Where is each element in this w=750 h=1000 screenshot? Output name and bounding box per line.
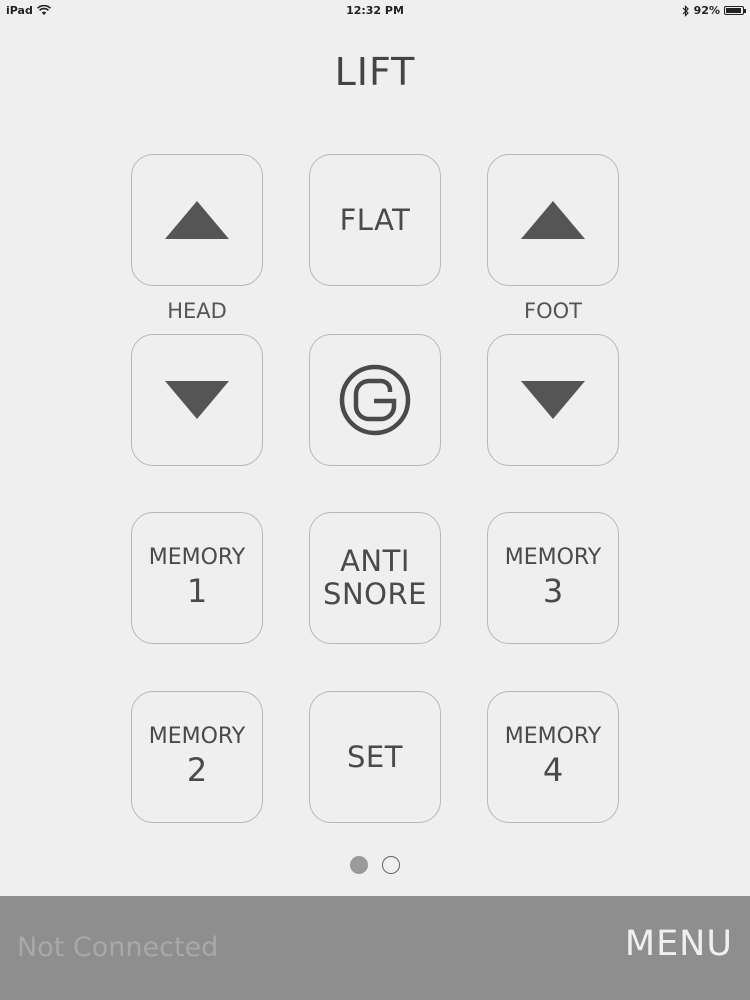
up-triangle-icon	[165, 201, 229, 239]
head-label: HEAD	[167, 299, 227, 323]
page-dot-1[interactable]	[350, 856, 368, 874]
memory-4-button[interactable]: MEMORY 4	[487, 691, 619, 823]
memory-3-button[interactable]: MEMORY 3	[487, 512, 619, 644]
connection-status: Not Connected	[17, 932, 219, 963]
memory-label: MEMORY	[504, 724, 602, 749]
page-indicator[interactable]	[0, 856, 750, 874]
menu-button[interactable]: MENU	[625, 924, 733, 964]
battery-percent: 92%	[693, 4, 720, 17]
anti-snore-button[interactable]: ANTI SNORE	[309, 512, 441, 644]
set-button[interactable]: SET	[309, 691, 441, 823]
status-right: 92%	[682, 4, 746, 17]
battery-icon	[724, 6, 746, 15]
memory-label: MEMORY	[504, 545, 602, 570]
head-down-button[interactable]	[131, 334, 263, 466]
memory-1-button[interactable]: MEMORY 1	[131, 512, 263, 644]
page-title: LIFT	[334, 50, 416, 94]
set-label: SET	[347, 739, 403, 774]
foot-down-button[interactable]	[487, 334, 619, 466]
foot-up-button[interactable]	[487, 154, 619, 286]
up-triangle-icon	[521, 201, 585, 239]
logo-button[interactable]	[309, 334, 441, 466]
bluetooth-icon	[682, 4, 689, 17]
memory-number: 2	[186, 751, 208, 789]
anti-snore-label-line1: ANTI	[340, 544, 410, 578]
anti-snore-label-line2: SNORE	[323, 577, 427, 611]
memory-number: 4	[542, 751, 564, 789]
down-triangle-icon	[165, 381, 229, 419]
memory-number: 1	[186, 572, 208, 610]
memory-number: 3	[542, 572, 564, 610]
down-triangle-icon	[521, 381, 585, 419]
flat-label: FLAT	[339, 202, 411, 237]
head-up-button[interactable]	[131, 154, 263, 286]
memory-label: MEMORY	[148, 545, 246, 570]
memory-2-button[interactable]: MEMORY 2	[131, 691, 263, 823]
flat-button[interactable]: FLAT	[309, 154, 441, 286]
foot-label: FOOT	[524, 299, 582, 323]
battery-fill	[726, 8, 741, 13]
memory-label: MEMORY	[148, 724, 246, 749]
footer-bar: Not Connected MENU	[0, 896, 750, 1000]
logo-g-icon	[339, 364, 411, 436]
status-bar: iPad 12:32 PM 92%	[0, 0, 750, 22]
status-time: 12:32 PM	[346, 4, 404, 17]
page-dot-2[interactable]	[382, 856, 400, 874]
